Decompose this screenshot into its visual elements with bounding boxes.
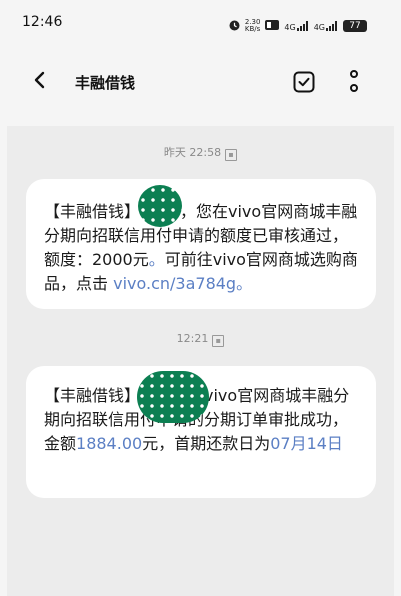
network-speed: 2.30 KB/s <box>244 18 261 33</box>
sms-tag-icon: ▪ <box>212 335 225 347</box>
message-link[interactable]: vivo.cn/3a784g。 <box>113 274 252 293</box>
conversation-title: 丰融借钱 <box>75 74 136 92</box>
message-bubble[interactable]: 【丰融借钱】*您好，您在vivo官网商城丰融分期向招联信用付申请的额度已审核通过… <box>26 179 376 309</box>
message-link: 07月14日 <box>270 434 343 453</box>
message-link: 1884.00 <box>76 434 143 453</box>
conversation-header: 丰融借钱 <box>0 52 401 108</box>
hd-icon <box>265 16 280 35</box>
status-time: 12:46 <box>22 14 63 30</box>
message-text: 【丰融借钱】*您好，您在vivo官网商城丰融分期向招联信用付申请的额度已审核通过… <box>44 202 358 293</box>
signal-4g-icon-1: 4G <box>284 20 308 31</box>
network-speed-unit: KB/s <box>244 24 261 33</box>
status-icons: 2.30 KB/s 4G 4G 77 <box>229 16 367 35</box>
redaction-sticker <box>137 371 209 423</box>
message-list: 昨天 22:58 ▪ 【丰融借钱】*您好，您在vivo官网商城丰融分期向招联信用付… <box>7 126 394 596</box>
do-not-disturb-icon <box>229 16 240 35</box>
multi-select-button[interactable] <box>292 70 316 94</box>
message-timestamp: 12:21 ▪ <box>7 332 394 347</box>
signal-4g-icon-2: 4G <box>314 20 338 31</box>
checkbox-icon <box>293 71 315 93</box>
message-link[interactable]: 。 <box>149 250 165 269</box>
message-bubble[interactable]: 【丰融借钱】好，您在vivo官网商城丰融分期向招联信用付申请的分期订单审批成功，… <box>26 366 376 498</box>
battery-icon: 77 <box>343 19 367 32</box>
more-vertical-icon <box>350 70 358 92</box>
redaction-sticker <box>138 185 182 227</box>
sms-thread-screen: 12:46 2.30 KB/s 4G 4G 77 丰融借钱 昨天 22:58 ▪… <box>0 0 401 596</box>
back-arrow-icon <box>34 71 45 89</box>
sms-tag-icon: ▪ <box>225 149 238 161</box>
status-bar: 12:46 2.30 KB/s 4G 4G 77 <box>0 0 401 44</box>
more-options-button[interactable] <box>346 68 362 96</box>
back-button[interactable] <box>30 70 50 90</box>
message-timestamp: 昨天 22:58 ▪ <box>7 144 394 161</box>
